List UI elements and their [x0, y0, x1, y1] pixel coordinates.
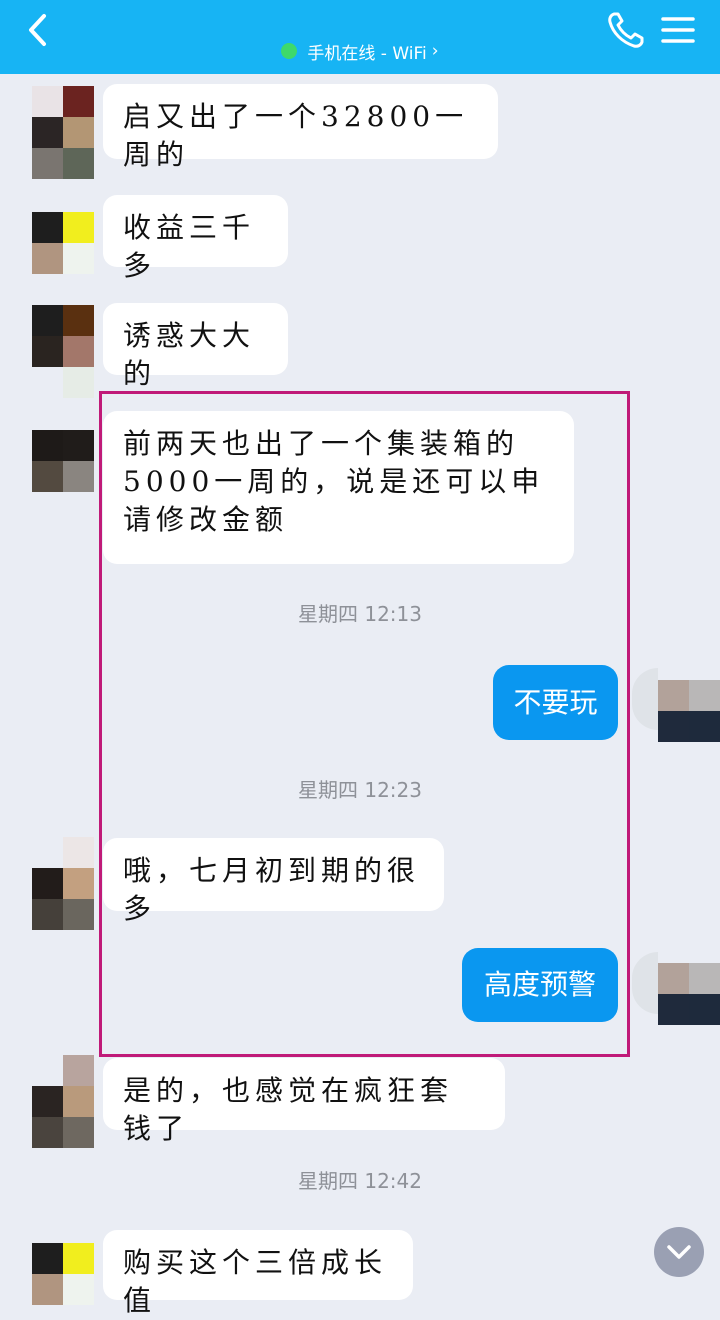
menu-icon: [661, 17, 695, 43]
self-avatar[interactable]: [658, 963, 720, 1025]
message-text: 启又出了一个32800一周的: [123, 100, 469, 171]
message-text: 收益三千多: [123, 211, 256, 282]
highlight-frame: [99, 391, 630, 1057]
message-text: 购买这个三倍成长值: [123, 1246, 388, 1317]
message-bubble[interactable]: 收益三千多: [103, 195, 288, 282]
avatar-fragment: [32, 148, 94, 179]
message-bubble[interactable]: 是的，也感觉在疯狂套钱了: [103, 1058, 505, 1145]
message-text: 是的，也感觉在疯狂套钱了: [123, 1074, 454, 1145]
message-bubble[interactable]: 诱惑大大的: [103, 303, 288, 390]
message-bubble[interactable]: 启又出了一个32800一周的: [103, 84, 498, 171]
message-bubble[interactable]: 购买这个三倍成长值: [103, 1230, 413, 1317]
avatar[interactable]: [32, 305, 94, 367]
chevron-right-icon: ›: [431, 41, 439, 61]
avatar[interactable]: [32, 430, 94, 492]
avatar[interactable]: [32, 1243, 94, 1305]
avatar-fragment: [63, 837, 94, 868]
message-text: 诱惑大大的: [123, 319, 256, 390]
self-avatar-edge: [632, 668, 658, 730]
avatar[interactable]: [32, 868, 94, 930]
timestamp: 星期四 12:42: [298, 1169, 422, 1193]
call-button[interactable]: [604, 8, 648, 52]
avatar[interactable]: [32, 86, 94, 148]
chevron-down-icon: [667, 1245, 691, 1259]
menu-button[interactable]: [658, 10, 698, 50]
self-avatar-edge: [632, 952, 658, 1014]
phone-icon: [608, 12, 644, 48]
chat-header: 手机在线 - WiFi ›: [0, 0, 720, 74]
online-status-label: 手机在线 - WiFi: [307, 43, 427, 64]
avatar-fragment: [63, 367, 94, 398]
avatar[interactable]: [32, 212, 94, 274]
scroll-to-bottom-button[interactable]: [654, 1227, 704, 1277]
avatar[interactable]: [32, 1086, 94, 1148]
online-dot-icon: [281, 43, 298, 59]
avatar-fragment: [63, 1055, 94, 1086]
self-avatar[interactable]: [658, 680, 720, 742]
